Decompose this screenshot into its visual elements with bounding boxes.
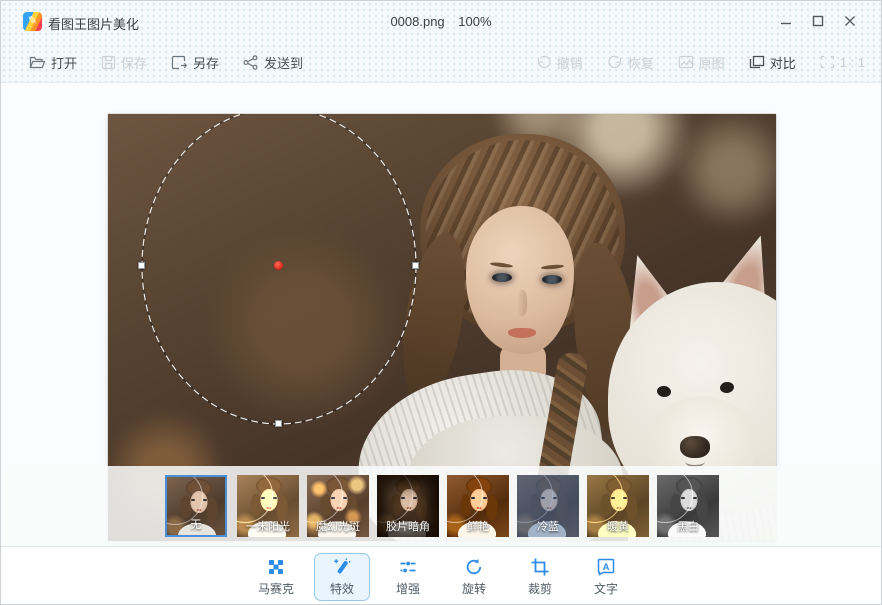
filter-thumb-magic-bokeh[interactable]: 魔幻光斑 <box>307 475 369 537</box>
selection-handle-left[interactable] <box>138 262 145 269</box>
original-image-button: 原图 <box>678 53 725 72</box>
filter-thumb-black-white[interactable]: 黑白 <box>657 475 719 537</box>
compare-button[interactable]: 对比 <box>749 53 796 72</box>
tool-rotate[interactable]: 旋转 <box>446 553 502 601</box>
filter-preview <box>377 475 439 537</box>
filter-preview <box>167 477 225 535</box>
save-icon <box>101 55 116 70</box>
filter-thumb-sunshine[interactable]: 一米阳光 <box>237 475 299 537</box>
send-to-button[interactable]: 发送到 <box>243 53 303 72</box>
undo-icon <box>536 55 552 70</box>
rotate-icon <box>464 557 484 577</box>
filter-preview <box>307 475 369 537</box>
dog-nose <box>680 436 710 458</box>
save-as-button[interactable]: 另存 <box>171 53 219 72</box>
filter-thumb-none[interactable]: 无 <box>165 475 227 537</box>
toolbar-right-group: 撤销 恢复 原图 对比 1 : 1 <box>536 53 865 72</box>
mosaic-icon <box>266 557 286 577</box>
bottom-toolbar: 马赛克 特效 增强 旋转 裁剪 A 文字 <box>1 546 881 605</box>
title-bar: ✎ 看图王图片美化 0008.png 100% <box>1 1 881 41</box>
magic-wand-icon <box>332 557 352 577</box>
toolbar: 打开 保存 另存 发送到 撤销 <box>1 41 881 83</box>
zoom-level: 100% <box>458 14 491 29</box>
woman-nose <box>517 290 527 316</box>
save-as-icon <box>171 55 188 70</box>
filter-preview <box>657 475 719 537</box>
document-title: 0008.png 100% <box>1 14 881 29</box>
sliders-icon <box>398 557 418 577</box>
tool-text[interactable]: A 文字 <box>578 553 634 601</box>
close-button[interactable] <box>841 12 859 30</box>
selection-handle-bottom[interactable] <box>275 420 282 427</box>
redo-icon <box>607 55 623 70</box>
document-name: 0008.png <box>390 14 444 29</box>
window-controls <box>777 1 859 41</box>
filter-strip: 无 一米阳光 魔幻光斑 胶片暗角 鲜艳 冷蓝 暖黄 黑白 <box>1 466 881 546</box>
selection-handle-right[interactable] <box>412 262 419 269</box>
original-image-icon <box>678 55 694 69</box>
woman-eye <box>542 275 562 284</box>
maximize-button[interactable] <box>809 12 827 30</box>
filter-thumb-warm-yellow[interactable]: 暖黄 <box>587 475 649 537</box>
filter-thumb-cold-blue[interactable]: 冷蓝 <box>517 475 579 537</box>
filter-preview <box>517 475 579 537</box>
svg-text:A: A <box>603 562 610 573</box>
tool-crop[interactable]: 裁剪 <box>512 553 568 601</box>
one-to-one-icon <box>820 55 835 69</box>
filter-thumb-film-vignette[interactable]: 胶片暗角 <box>377 475 439 537</box>
open-folder-icon <box>29 55 46 70</box>
compare-icon <box>749 55 765 69</box>
woman-eye <box>492 273 512 282</box>
filter-preview <box>237 475 299 537</box>
filter-preview <box>447 475 509 537</box>
tool-effects[interactable]: 特效 <box>314 553 370 601</box>
filter-thumb-vivid[interactable]: 鲜艳 <box>447 475 509 537</box>
redo-button: 恢复 <box>607 53 654 72</box>
text-icon: A <box>596 557 616 577</box>
selection-center-marker[interactable] <box>274 261 283 270</box>
tool-enhance[interactable]: 增强 <box>380 553 436 601</box>
filter-preview <box>587 475 649 537</box>
open-button[interactable]: 打开 <box>29 53 77 72</box>
app-window: ✎ 看图王图片美化 0008.png 100% <box>0 0 882 605</box>
tool-mosaic[interactable]: 马赛克 <box>248 553 304 601</box>
toolbar-left-group: 打开 保存 另存 发送到 <box>29 53 303 72</box>
crop-icon <box>530 557 550 577</box>
send-to-icon <box>243 55 259 70</box>
one-to-one-button: 1 : 1 <box>820 55 865 70</box>
undo-button: 撤销 <box>536 53 583 72</box>
woman-lips <box>508 328 536 338</box>
minimize-button[interactable] <box>777 12 795 30</box>
header: ✎ 看图王图片美化 0008.png 100% <box>1 1 881 83</box>
save-button: 保存 <box>101 53 147 72</box>
